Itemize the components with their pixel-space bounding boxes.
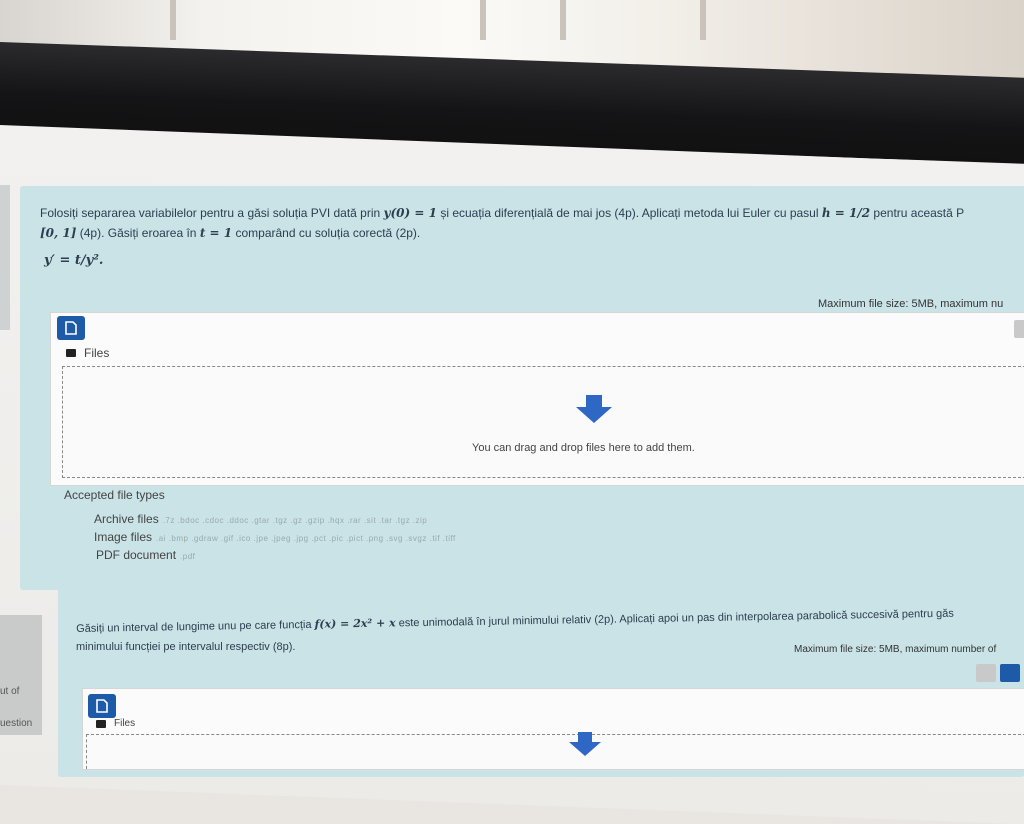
filetype-label: Image files bbox=[94, 530, 153, 544]
q1-files-label: Files bbox=[84, 346, 110, 360]
nav-text-question: uestion bbox=[0, 718, 33, 729]
q1-equation: y′ = t/y². bbox=[44, 253, 104, 268]
q1-text-line2: (4p). Găsiți eroarea în bbox=[79, 226, 197, 240]
q1-text-line2-suffix: comparând cu soluția corectă (2p). bbox=[235, 226, 421, 240]
q2-max-file-size: Maximum file size: 5MB, maximum number o… bbox=[794, 644, 997, 655]
q1-t-value: t = 1 bbox=[199, 226, 233, 240]
filetype-extensions: .ai .bmp .gdraw .gif .ico .jpe .jpeg .jp… bbox=[156, 534, 456, 543]
q2-function: f(x) = 2x² + x bbox=[314, 616, 396, 631]
q2-grid-view-button[interactable] bbox=[1000, 664, 1020, 682]
q1-max-file-size: Maximum file size: 5MB, maximum nu bbox=[818, 298, 1004, 310]
left-rail bbox=[0, 185, 10, 330]
question-1-text-line1: Folosiți separarea variabilelor pentru a… bbox=[40, 204, 964, 222]
q1-accepted-types-title: Accepted file types bbox=[64, 488, 165, 502]
q1-add-file-button[interactable] bbox=[57, 316, 85, 340]
nav-text-out-of: ut of bbox=[0, 686, 20, 697]
q2-files-folder: Files bbox=[96, 718, 135, 729]
q1-text-middle: și ecuația diferențială de mai jos (4p).… bbox=[440, 206, 819, 220]
question-2-text-line2: minimului funcției pe intervalul respect… bbox=[76, 641, 296, 653]
filetype-label: PDF document bbox=[96, 548, 177, 562]
question-nav-panel[interactable] bbox=[0, 615, 42, 735]
q2-text-prefix: Găsiți un interval de lungime unu pe car… bbox=[76, 618, 312, 635]
window-frame bbox=[560, 0, 566, 40]
folder-icon bbox=[96, 719, 106, 728]
q1-drop-instructions: You can drag and drop files here to add … bbox=[472, 442, 695, 454]
file-icon bbox=[65, 321, 77, 335]
window-frame bbox=[170, 0, 176, 40]
filetype-extensions: .pdf bbox=[180, 552, 196, 561]
folder-icon bbox=[66, 349, 76, 357]
q2-dropzone[interactable] bbox=[86, 734, 1024, 769]
q1-filetype-image: Image files .ai .bmp .gdraw .gif .ico .jp… bbox=[94, 530, 456, 544]
q1-step-size: h = 1/2 bbox=[821, 206, 871, 220]
filetype-extensions: .7z .bdoc .cdoc .ddoc .gtar .tgz .gz .gz… bbox=[162, 516, 428, 525]
filetype-label: Archive files bbox=[94, 512, 159, 526]
question-1-text-line2: [0, 1] (4p). Găsiți eroarea în t = 1 com… bbox=[40, 224, 420, 242]
q2-files-label: Files bbox=[114, 718, 136, 729]
q2-list-view-button[interactable] bbox=[976, 664, 996, 682]
q1-filetype-archive: Archive files .7z .bdoc .cdoc .ddoc .gtar… bbox=[94, 512, 427, 526]
q1-dropzone[interactable] bbox=[62, 366, 1024, 478]
file-icon bbox=[96, 699, 108, 713]
q1-text-prefix: Folosiți separarea variabilelor pentru a… bbox=[40, 206, 381, 220]
window-frame bbox=[480, 0, 486, 40]
window-frame bbox=[700, 0, 706, 40]
q2-add-file-button[interactable] bbox=[88, 694, 116, 718]
q1-filetype-pdf: PDF document .pdf bbox=[96, 548, 195, 562]
q1-interval: [0, 1] bbox=[40, 226, 77, 240]
q1-files-folder: Files bbox=[66, 346, 109, 360]
q1-text-suffix: pentru această P bbox=[873, 206, 965, 220]
q1-view-toggle[interactable] bbox=[1014, 320, 1024, 338]
q1-initial-condition: y(0) = 1 bbox=[383, 206, 437, 220]
